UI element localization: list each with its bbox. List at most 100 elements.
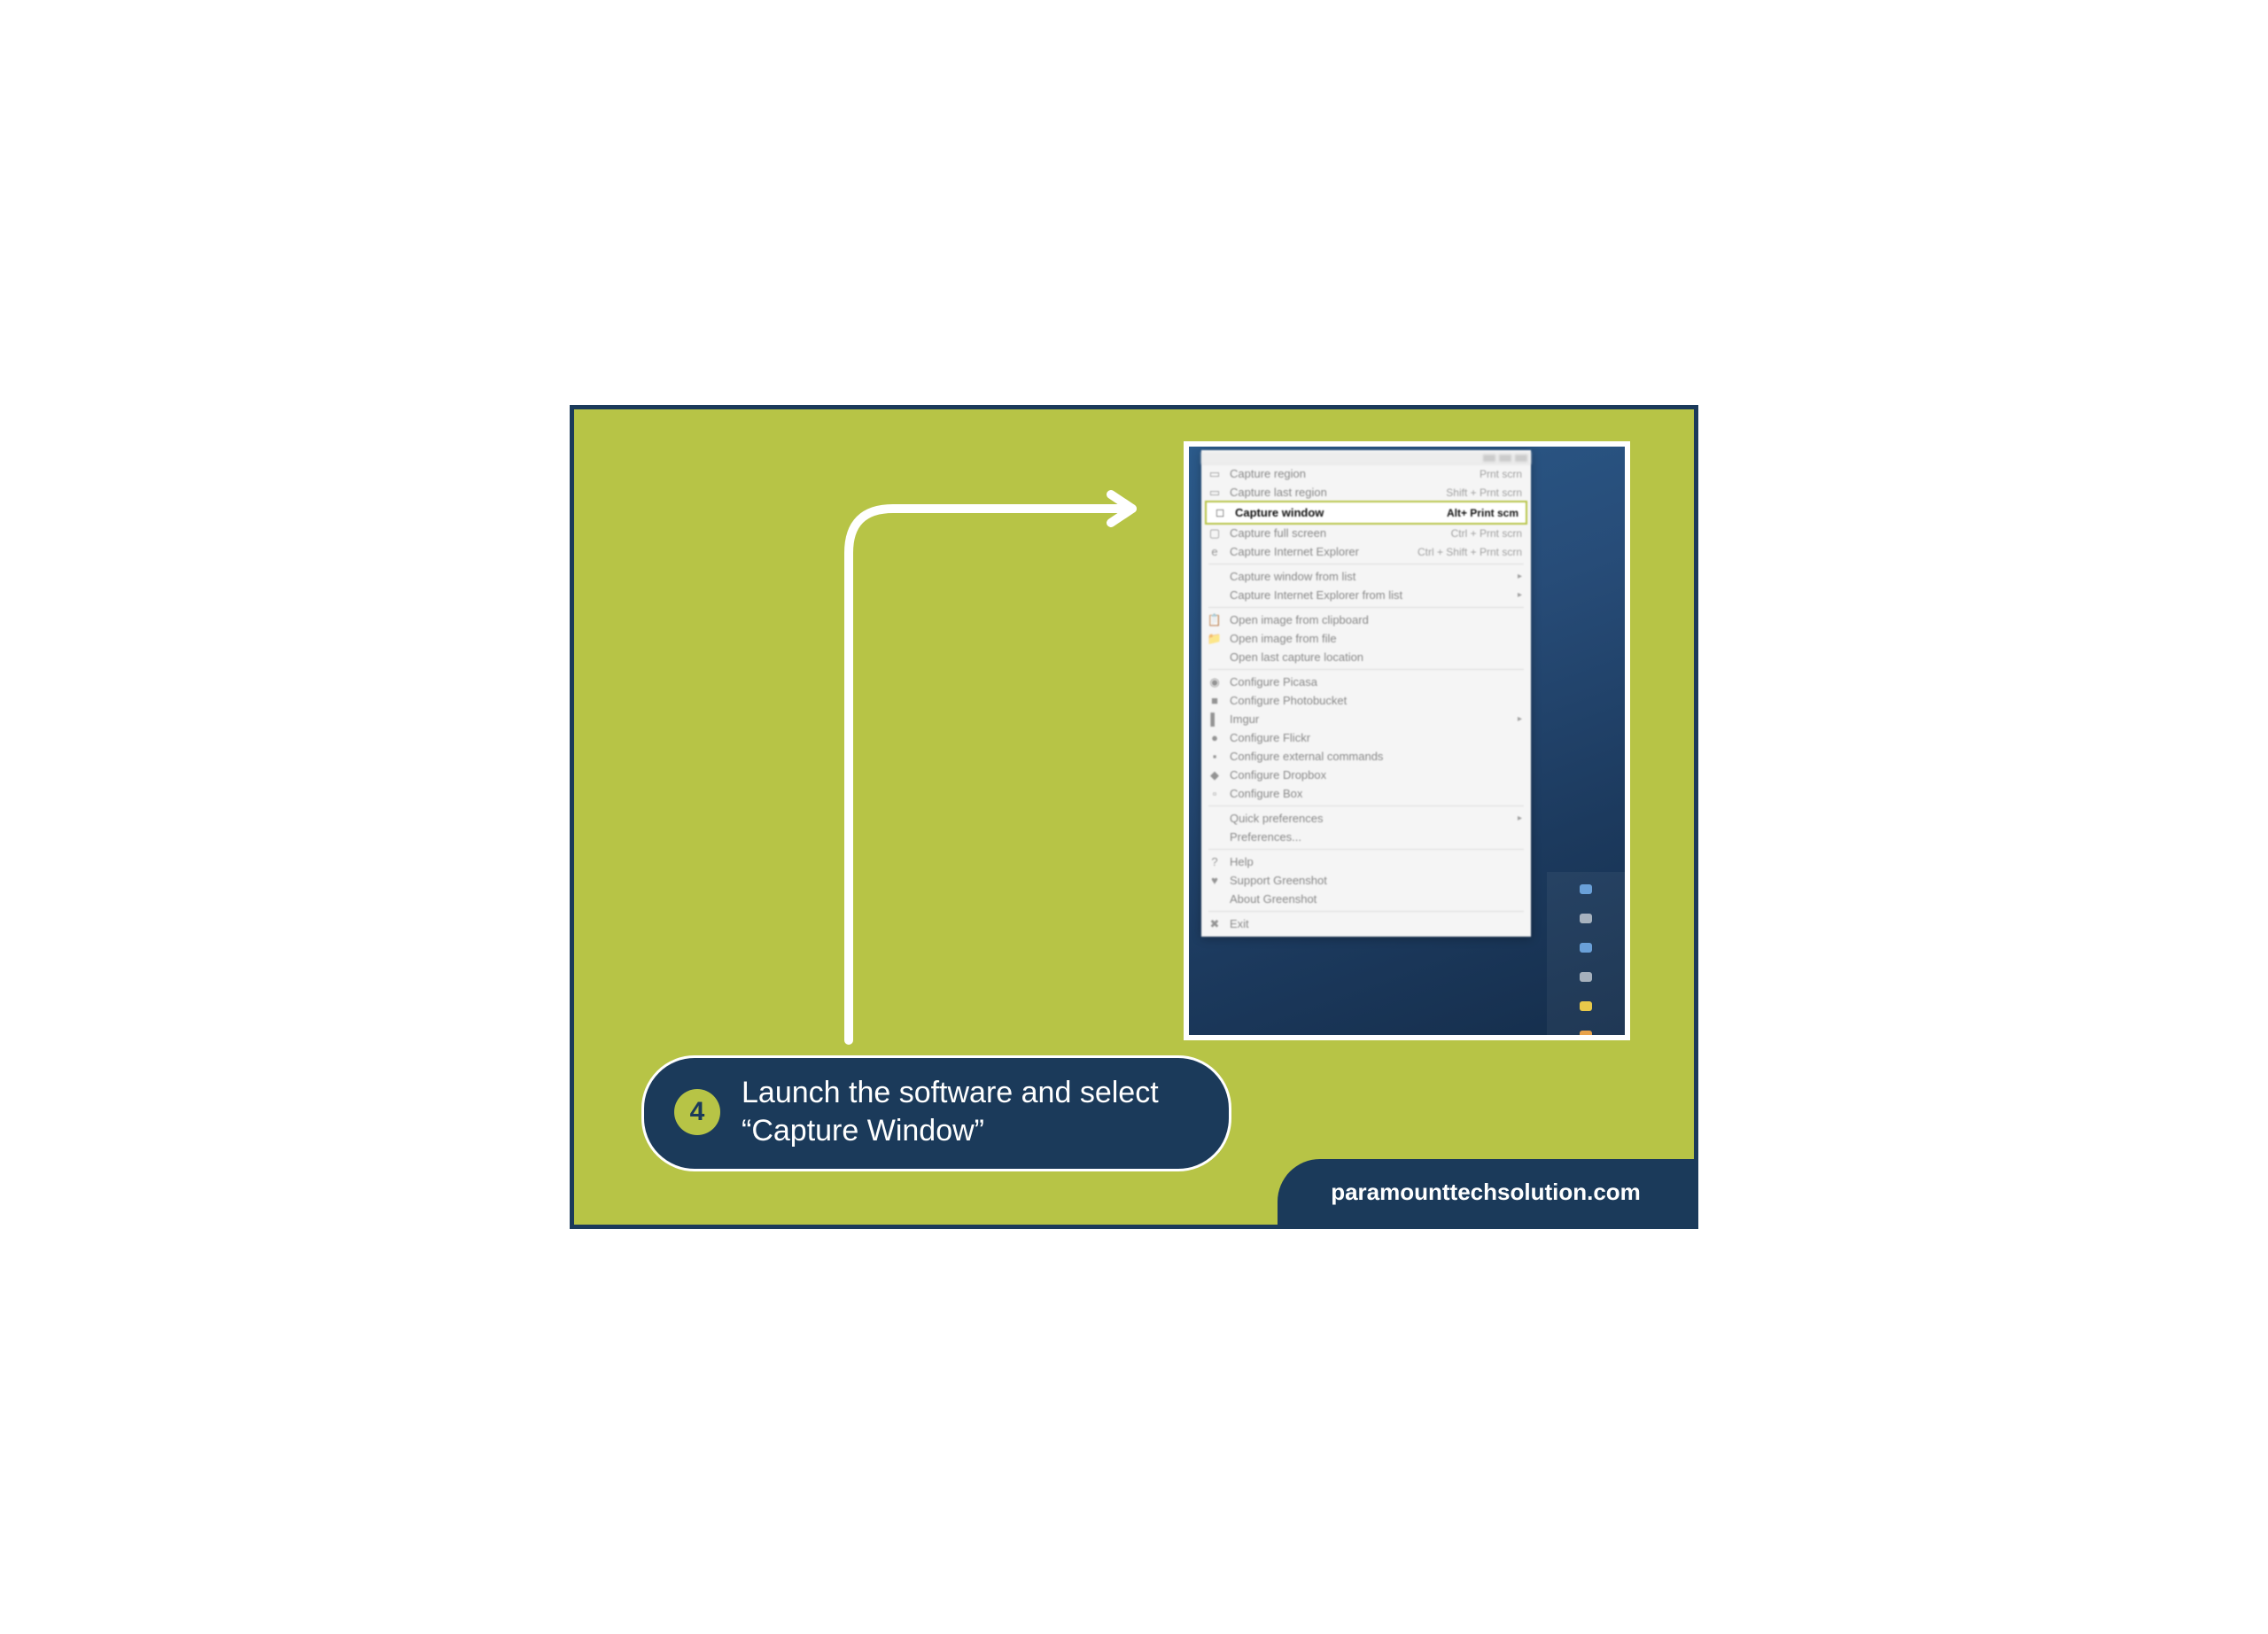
- picasa-icon: ◉: [1208, 676, 1221, 689]
- region-icon: ▭: [1208, 468, 1221, 480]
- screenshot-frame: ▭ Capture region Prnt scrn ▭ Capture last re…: [1184, 441, 1630, 1040]
- menu-item-label: Configure Photobucket: [1230, 694, 1522, 707]
- menu-item-label: Configure Picasa: [1230, 675, 1522, 689]
- menu-item[interactable]: 📁 Open image from file: [1201, 629, 1531, 648]
- blank-icon: [1208, 589, 1221, 602]
- menu-item[interactable]: ▪ Configure external commands: [1201, 747, 1531, 766]
- clipboard-icon: 📋: [1208, 614, 1221, 626]
- menu-item[interactable]: Preferences...: [1201, 828, 1531, 846]
- menu-item[interactable]: eCapture Internet ExplorerCtrl + Shift +…: [1201, 542, 1531, 561]
- tray-icon: [1580, 972, 1592, 982]
- menu-item[interactable]: Capture window from list ▸: [1201, 567, 1531, 586]
- menu-item[interactable]: ● Configure Flickr: [1201, 728, 1531, 747]
- menu-item[interactable]: ♥ Support Greenshot: [1201, 871, 1531, 890]
- menu-item-shortcut: Shift + Prnt scrn: [1446, 486, 1522, 499]
- menu-item[interactable]: Open last capture location: [1201, 648, 1531, 666]
- blank-icon: [1208, 813, 1221, 825]
- menu-separator: [1208, 607, 1524, 608]
- footer-brand: paramounttechsolution.com: [1278, 1159, 1694, 1225]
- window-icon: □: [1214, 507, 1226, 519]
- menu-item-shortcut: Alt+ Print scm: [1447, 507, 1518, 519]
- menu-item-label: Capture Internet Explorer from list: [1230, 588, 1509, 602]
- menu-item-label: Configure Dropbox: [1230, 768, 1522, 782]
- menu-item[interactable]: □ Capture window Alt+ Print scm: [1205, 501, 1527, 525]
- menu-item[interactable]: About Greenshot: [1201, 890, 1531, 908]
- support-icon: ♥: [1208, 875, 1221, 887]
- menu-item[interactable]: ■ Configure Photobucket: [1201, 691, 1531, 710]
- greenshot-context-menu: ▭ Capture region Prnt scrn ▭ Capture last re…: [1201, 450, 1531, 937]
- tray-icon: [1580, 914, 1592, 923]
- chevron-right-icon: ▸: [1518, 813, 1522, 823]
- blank-icon: [1208, 571, 1221, 583]
- menu-item[interactable]: Capture Internet Explorer from list ▸: [1201, 586, 1531, 604]
- menu-item-label: Capture full screen: [1230, 526, 1442, 540]
- chevron-right-icon: ▸: [1518, 714, 1522, 724]
- menu-separator: [1208, 911, 1524, 912]
- menu-item-label: Capture window: [1235, 506, 1438, 519]
- tray-icon: [1580, 1001, 1592, 1011]
- system-tray: [1547, 872, 1625, 1040]
- menu-separator: [1208, 805, 1524, 806]
- menu-item-label: Capture last region: [1230, 486, 1437, 499]
- menu-item-label: Open image from clipboard: [1230, 613, 1522, 626]
- fullscreen-icon: ▢: [1208, 527, 1221, 540]
- menu-item[interactable]: ▫ Configure Box: [1201, 784, 1531, 803]
- blank-icon: [1208, 651, 1221, 664]
- chevron-right-icon: ▸: [1518, 590, 1522, 600]
- menu-item-label: Imgur: [1230, 712, 1509, 726]
- menu-item[interactable]: ◆ Configure Dropbox: [1201, 766, 1531, 784]
- menu-item[interactable]: Quick preferences ▸: [1201, 809, 1531, 828]
- menu-item[interactable]: ▭ Capture last region Shift + Prnt scrn: [1201, 483, 1531, 502]
- pointer-arrow: [831, 491, 1168, 1049]
- menu-item-label: Quick preferences: [1230, 812, 1509, 825]
- menu-item-shortcut: Ctrl + Prnt scrn: [1451, 527, 1522, 540]
- menu-titlebar: [1201, 452, 1531, 464]
- menu-separator: [1208, 849, 1524, 850]
- imgur-icon: ▌: [1208, 713, 1221, 726]
- photobucket-icon: ■: [1208, 695, 1221, 707]
- menu-item[interactable]: ▌ Imgur ▸: [1201, 710, 1531, 728]
- tray-icon: [1580, 943, 1592, 953]
- menu-item-label: Exit: [1230, 917, 1522, 930]
- chevron-right-icon: ▸: [1518, 572, 1522, 581]
- blank-icon: [1208, 893, 1221, 906]
- terminal-icon: ▪: [1208, 751, 1221, 763]
- minimize-icon: [1483, 455, 1495, 462]
- menu-item-label: Support Greenshot: [1230, 874, 1522, 887]
- menu-item-label: Configure Flickr: [1230, 731, 1522, 744]
- menu-item-label: Configure external commands: [1230, 750, 1522, 763]
- close-icon: [1515, 455, 1527, 462]
- tutorial-slide: ▭ Capture region Prnt scrn ▭ Capture last re…: [570, 405, 1698, 1229]
- tray-icon: [1580, 884, 1592, 894]
- menu-item[interactable]: ▭ Capture region Prnt scrn: [1201, 464, 1531, 483]
- tray-icon: [1580, 1031, 1592, 1040]
- menu-item[interactable]: ▢ Capture full screen Ctrl + Prnt scrn: [1201, 524, 1531, 542]
- menu-item-label: Preferences...: [1230, 830, 1522, 844]
- dropbox-icon: ◆: [1208, 769, 1221, 782]
- menu-item-label: Capture Internet Explorer: [1230, 545, 1409, 558]
- menu-item-label: Open last capture location: [1230, 650, 1522, 664]
- folder-icon: 📁: [1208, 633, 1221, 645]
- menu-item-label: Help: [1230, 855, 1522, 868]
- menu-item-label: Capture window from list: [1230, 570, 1509, 583]
- menu-item-shortcut: Ctrl + Shift + Prnt scrn: [1418, 546, 1522, 558]
- menu-item-label: Capture region: [1230, 467, 1471, 480]
- step-number-badge: 4: [674, 1089, 720, 1135]
- region-icon: ▭: [1208, 486, 1221, 499]
- menu-item[interactable]: 📋 Open image from clipboard: [1201, 611, 1531, 629]
- blank-icon: [1208, 831, 1221, 844]
- menu-item-shortcut: Prnt scrn: [1480, 468, 1522, 480]
- step-caption-text: Launch the software and select “Capture …: [742, 1074, 1199, 1149]
- menu-item[interactable]: ✖ Exit: [1201, 914, 1531, 933]
- exit-icon: ✖: [1208, 918, 1221, 930]
- maximize-icon: [1499, 455, 1511, 462]
- help-icon: ?: [1208, 856, 1221, 868]
- menu-item-label: Configure Box: [1230, 787, 1522, 800]
- menu-item[interactable]: ? Help: [1201, 852, 1531, 871]
- box-icon: ▫: [1208, 788, 1221, 800]
- menu-separator: [1208, 669, 1524, 670]
- menu-item[interactable]: ◉ Configure Picasa: [1201, 673, 1531, 691]
- menu-item-label: About Greenshot: [1230, 892, 1522, 906]
- menu-item-label: Open image from file: [1230, 632, 1522, 645]
- flickr-icon: ●: [1208, 732, 1221, 744]
